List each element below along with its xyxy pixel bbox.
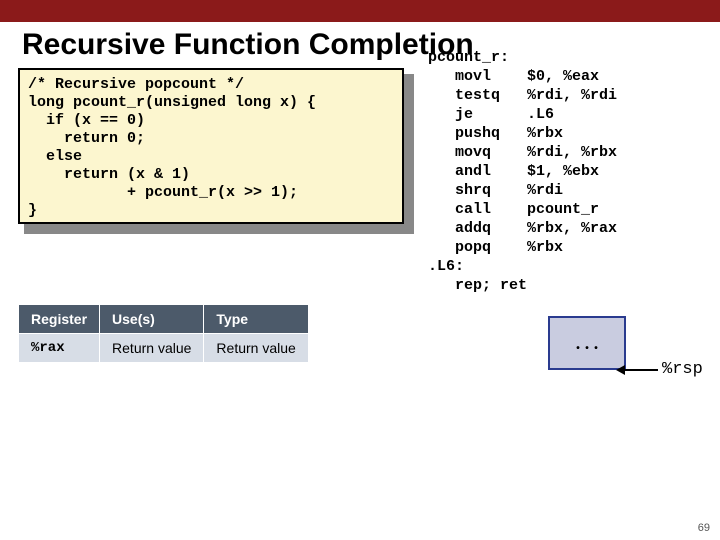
- stack-frame: . . .: [548, 316, 626, 370]
- col-type: Type: [204, 305, 308, 334]
- rsp-pointer: %rsp: [624, 360, 703, 379]
- c-code: /* Recursive popcount */ long pcount_r(u…: [18, 68, 404, 224]
- rsp-label: %rsp: [662, 360, 703, 379]
- cell-register: %rax: [19, 334, 100, 363]
- col-uses: Use(s): [100, 305, 204, 334]
- table-row: %rax Return value Return value: [19, 334, 309, 363]
- cell-use: Return value: [100, 334, 204, 363]
- arrow-icon: [624, 369, 658, 371]
- assembly-code: pcount_r: movl $0, %eax testq %rdi, %rdi…: [428, 48, 617, 295]
- stack-dots: . . .: [576, 333, 599, 354]
- cell-type: Return value: [204, 334, 308, 363]
- page-number: 69: [698, 522, 710, 534]
- c-code-block: /* Recursive popcount */ long pcount_r(u…: [18, 68, 404, 224]
- col-register: Register: [19, 305, 100, 334]
- table-header-row: Register Use(s) Type: [19, 305, 309, 334]
- register-table: Register Use(s) Type %rax Return value R…: [18, 304, 309, 363]
- top-bar: [0, 0, 720, 22]
